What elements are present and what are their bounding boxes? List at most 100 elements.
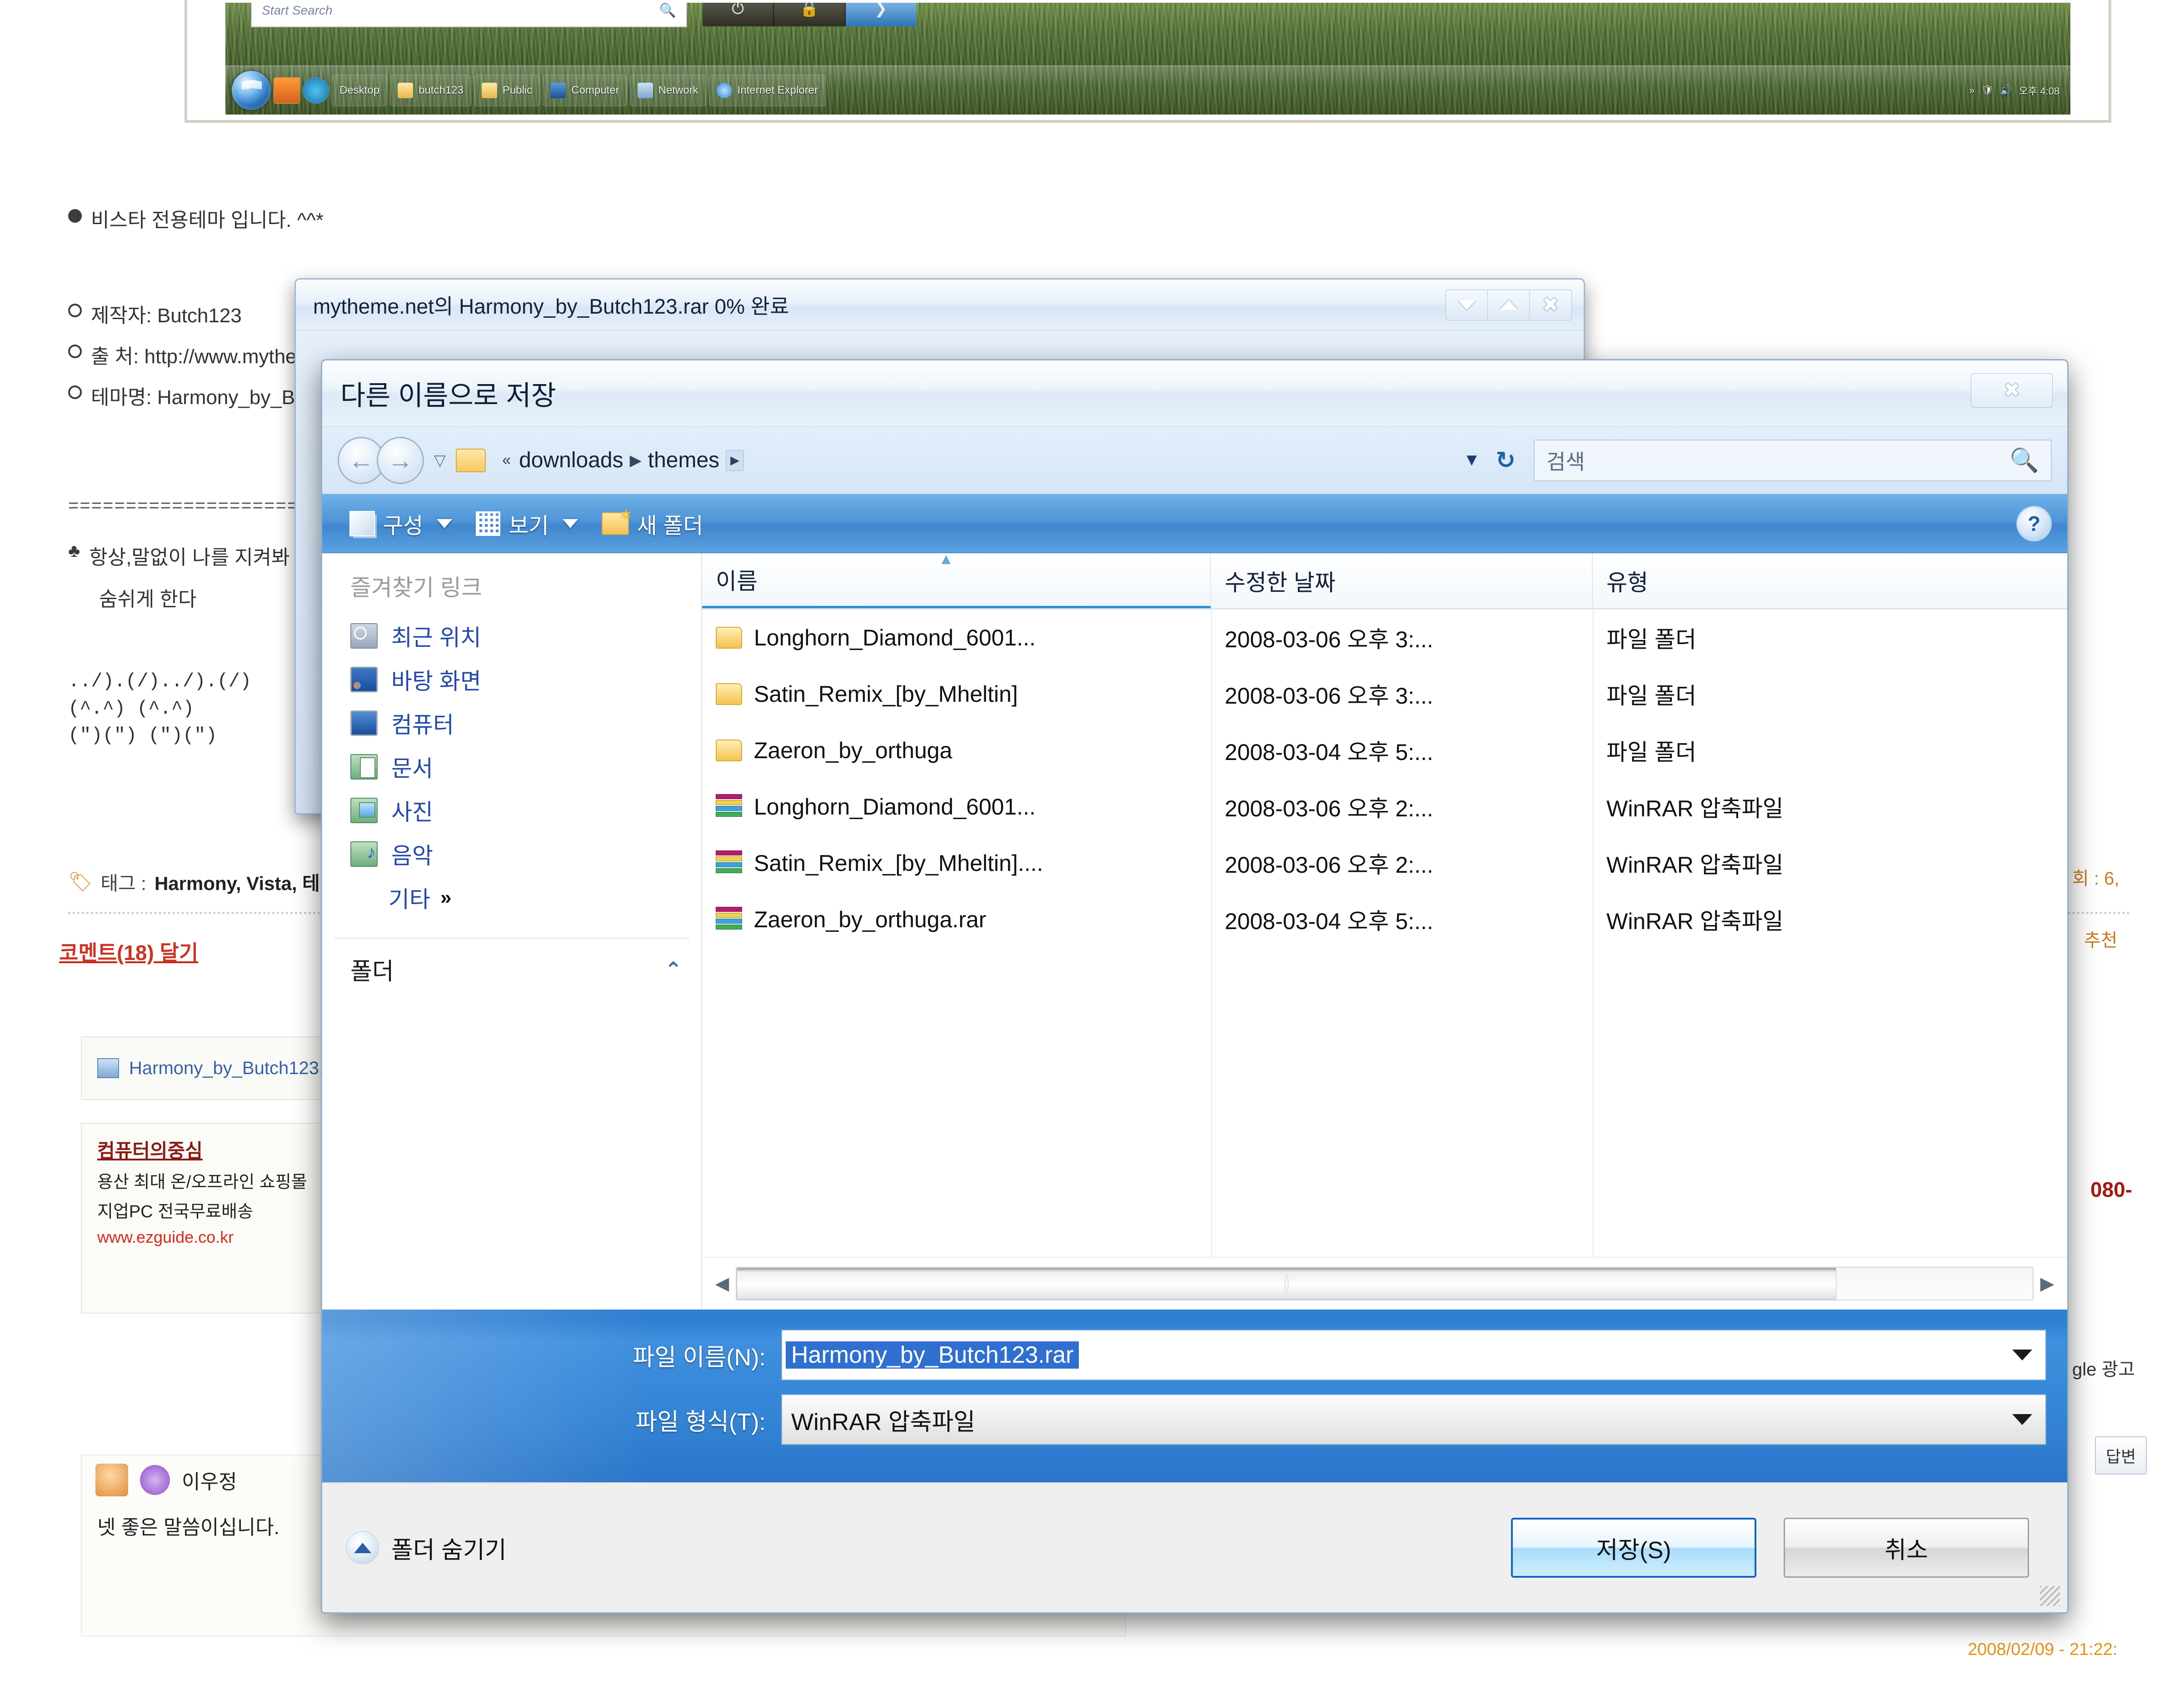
organize-button[interactable]: 구성 xyxy=(338,494,464,553)
start-orb-icon[interactable] xyxy=(232,71,271,110)
save-button[interactable]: 저장(S) xyxy=(1511,1518,1756,1578)
floppy-icon xyxy=(97,1058,119,1078)
pictures-icon xyxy=(350,798,378,823)
sidebar-item-computer[interactable]: 컴퓨터 xyxy=(322,701,701,745)
breadcrumb-downloads[interactable]: downloads xyxy=(519,448,623,473)
folders-label: 폴더 xyxy=(350,959,394,985)
save-dialog-titlebar[interactable]: 다른 이름으로 저장 ✖ xyxy=(322,360,2067,427)
breadcrumb-themes[interactable]: themes xyxy=(648,448,719,473)
comment-count-link[interactable]: 코멘트(18) 달기 xyxy=(59,936,198,966)
lock-icon[interactable]: 🔒 xyxy=(774,3,846,26)
reply-button[interactable]: 답변 xyxy=(2095,1436,2147,1475)
taskbar-item-public[interactable]: Public xyxy=(474,75,540,106)
tray-clock[interactable]: 오후 4:08 xyxy=(2019,83,2059,98)
organize-label: 구성 xyxy=(383,514,424,538)
start-search-input[interactable]: Start Search 🔍 xyxy=(251,3,687,27)
maximize-button[interactable] xyxy=(1488,290,1530,320)
table-row[interactable]: Longhorn_Diamond_6001... 2008-03-06 오후 2… xyxy=(702,779,2067,835)
comment-author[interactable]: 이우정 xyxy=(182,1465,237,1495)
new-folder-button[interactable]: 새 폴더 xyxy=(590,494,715,553)
cancel-button[interactable]: 취소 xyxy=(1784,1518,2029,1578)
address-dropdown-icon[interactable]: ▼ xyxy=(1463,450,1481,470)
scrollbar-grip-icon xyxy=(1284,1274,1289,1294)
table-row[interactable]: Zaeron_by_orthuga.rar 2008-03-04 오후 5:..… xyxy=(702,891,2067,948)
folders-section-toggle[interactable]: 폴더 ⌃ xyxy=(322,939,701,986)
blog-quote-line2: 숨쉬게 한다 xyxy=(99,583,197,612)
chevron-down-icon[interactable]: ▽ xyxy=(434,451,446,470)
hide-folders-button[interactable]: 폴더 숨기기 xyxy=(346,1531,507,1565)
chevron-right-icon[interactable]: ▶ xyxy=(630,451,642,470)
hollow-bullet-icon xyxy=(68,304,82,317)
table-row[interactable]: Satin_Remix_[by_Mheltin] 2008-03-06 오후 3… xyxy=(702,666,2067,722)
save-as-dialog[interactable]: 다른 이름으로 저장 ✖ ← → ▽ « downloads ▶ themes … xyxy=(321,359,2069,1614)
filename-input[interactable]: Harmony_by_Butch123.rar xyxy=(781,1330,2046,1380)
quote-text: 숨쉬게 한다 xyxy=(99,588,197,610)
tray-security-icon[interactable]: 🛡 xyxy=(1981,85,1994,96)
sidebar-item-desktop[interactable]: 바탕 화면 xyxy=(322,658,701,701)
power-icon[interactable]: ⏻ xyxy=(703,3,774,26)
forward-button[interactable]: → xyxy=(377,436,424,484)
folder-icon xyxy=(716,627,742,649)
table-row[interactable]: Zaeron_by_orthuga 2008-03-04 오후 5:... 파일… xyxy=(702,722,2067,779)
sidebar-item-music[interactable]: 음악 xyxy=(322,832,701,876)
sidebar-item-recent-places[interactable]: 최근 위치 xyxy=(322,614,701,658)
close-icon[interactable]: ✖ xyxy=(1971,373,2053,408)
download-window-titlebar[interactable]: mytheme.net의 Harmony_by_Butch123.rar 0% … xyxy=(296,280,1584,330)
cell-modified: 2008-03-04 오후 5:... xyxy=(1225,740,1433,765)
taskbar-label: Desktop xyxy=(339,84,380,96)
filetype-label: 파일 형식(T): xyxy=(635,1409,766,1435)
chevron-down-icon[interactable] xyxy=(2003,1395,2042,1444)
filetype-select[interactable]: WinRAR 압축파일 xyxy=(781,1394,2046,1445)
help-icon[interactable]: ? xyxy=(2016,505,2052,541)
chevron-up-icon: ⌃ xyxy=(664,957,682,981)
cell-name: Satin_Remix_[by_Mheltin].... xyxy=(702,850,1211,876)
refresh-icon[interactable]: ↻ xyxy=(1496,447,1516,474)
resize-grip-icon[interactable] xyxy=(2040,1586,2060,1606)
tag-label: 태그 : xyxy=(100,873,146,894)
breadcrumb-overflow-icon[interactable]: « xyxy=(502,451,511,469)
table-row[interactable]: Longhorn_Diamond_6001... 2008-03-06 오후 3… xyxy=(702,610,2067,666)
taskbar-item-internet-explorer[interactable]: Internet Explorer xyxy=(708,75,826,106)
tag-icon: 🏷 xyxy=(68,871,93,892)
scroll-right-icon[interactable]: ▶ xyxy=(2034,1273,2061,1294)
start-search-placeholder: Start Search xyxy=(262,3,333,17)
table-row[interactable]: Satin_Remix_[by_Mheltin].... 2008-03-06 … xyxy=(702,835,2067,891)
computer-icon xyxy=(350,710,378,736)
taskbar-label: Public xyxy=(502,84,533,96)
scrollbar-track[interactable] xyxy=(736,1267,2034,1300)
column-header-modified[interactable]: 수정한 날짜 xyxy=(1211,553,1593,608)
taskbar-item-network[interactable]: Network xyxy=(629,75,706,106)
close-button[interactable]: ✖ xyxy=(1530,290,1571,320)
dialog-main: 즐겨찾기 링크 최근 위치 바탕 화면 컴퓨터 문서 사진 ♪ 음악 기타 » … xyxy=(322,550,2067,1310)
quicklaunch-skype-icon[interactable] xyxy=(303,77,329,104)
filename-value: Harmony_by_Butch123.rar xyxy=(786,1341,1079,1369)
shutdown-menu-icon[interactable]: ❯ xyxy=(845,3,916,26)
filename-dropdown-icon[interactable] xyxy=(2003,1330,2042,1380)
quicklaunch-media-icon[interactable] xyxy=(274,77,300,104)
sidebar-item-pictures[interactable]: 사진 xyxy=(322,789,701,832)
tray-overflow-icon[interactable]: » xyxy=(1969,85,1975,96)
column-header-name[interactable]: 이름 ▲ xyxy=(702,550,1211,608)
taskbar-item-desktop[interactable]: Desktop xyxy=(332,75,388,106)
column-header-type[interactable]: 유형 xyxy=(1593,553,2067,608)
cell-type: WinRAR 압축파일 xyxy=(1606,909,1784,934)
views-button[interactable]: 보기 xyxy=(464,494,589,553)
scrollbar-thumb[interactable] xyxy=(737,1268,1836,1300)
scroll-left-icon[interactable]: ◀ xyxy=(708,1273,736,1294)
cell-name: Zaeron_by_orthuga xyxy=(702,737,1211,764)
file-name: Satin_Remix_[by_Mheltin] xyxy=(754,681,1018,707)
taskbar-item-computer[interactable]: Computer xyxy=(543,75,627,106)
sidebar-item-documents[interactable]: 문서 xyxy=(322,745,701,789)
dialog-fields: 파일 이름(N): Harmony_by_Butch123.rar 파일 형식(… xyxy=(322,1310,2067,1482)
new-folder-label: 새 폴더 xyxy=(637,514,703,538)
search-input[interactable]: 검색 🔍 xyxy=(1534,439,2052,481)
horizontal-scrollbar[interactable]: ◀ ▶ xyxy=(702,1257,2067,1310)
tag-row: 🏷 태그 : Harmony, Vista, 테마 xyxy=(68,868,337,896)
breadcrumb-expand-icon[interactable]: ▶ xyxy=(726,450,744,471)
minimize-button[interactable] xyxy=(1446,290,1488,320)
tray-volume-icon[interactable]: 🔊 xyxy=(2000,85,2012,96)
sidebar-item-more[interactable]: 기타 » xyxy=(322,876,701,920)
taskbar-item-butch123[interactable]: butch123 xyxy=(390,75,471,106)
dialog-toolbar: 구성 보기 새 폴더 ? xyxy=(322,494,2067,553)
dialog-buttons: 저장(S) 취소 xyxy=(1511,1518,2044,1578)
